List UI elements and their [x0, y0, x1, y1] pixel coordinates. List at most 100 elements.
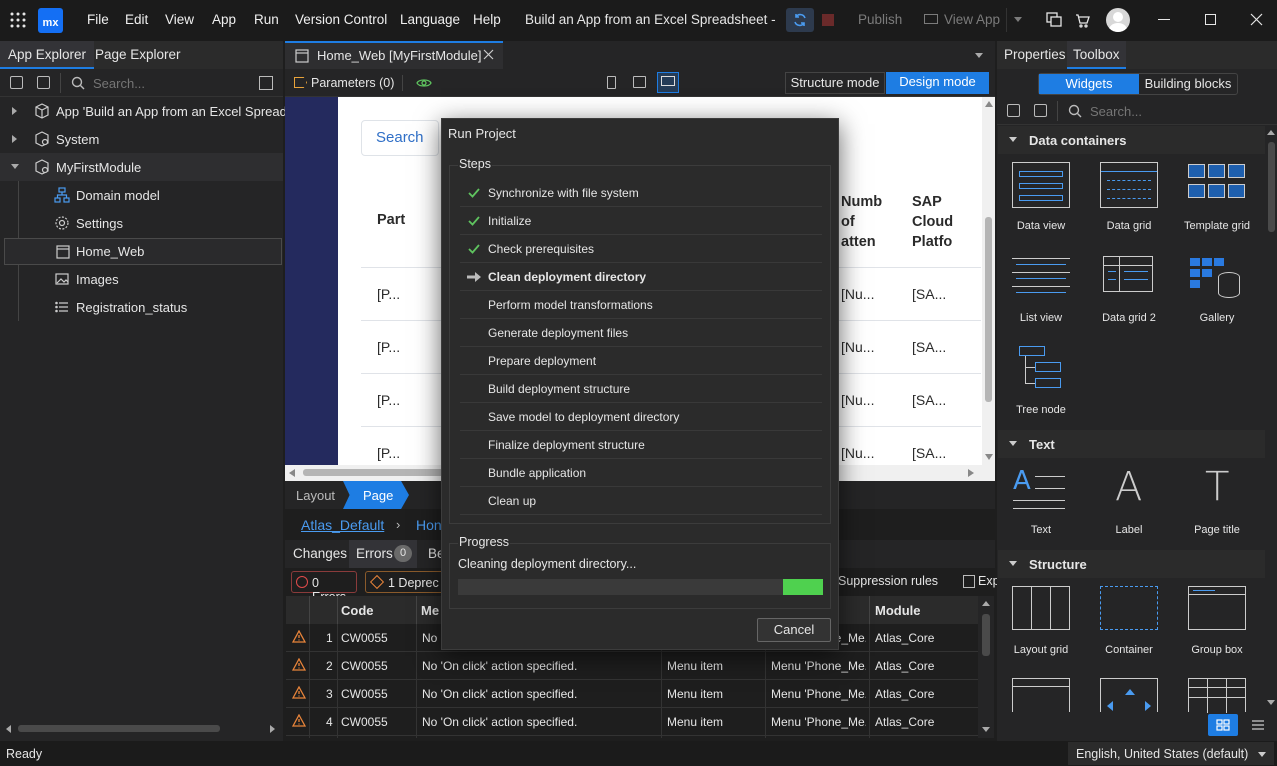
- canvas-vertical-scrollbar[interactable]: [982, 97, 995, 465]
- tree-item-myfirstmodule[interactable]: MyFirstModule: [0, 153, 283, 181]
- tab-properties[interactable]: Properties: [1004, 47, 1066, 62]
- column-module[interactable]: Module: [875, 603, 921, 618]
- sync-icon: [792, 12, 808, 28]
- marketplace-icon[interactable]: [1074, 12, 1090, 28]
- tree-item-images[interactable]: Images: [0, 265, 283, 293]
- cancel-button[interactable]: Cancel: [757, 618, 831, 642]
- grid-view-toggle[interactable]: [1208, 714, 1238, 736]
- deprecations-filter-button[interactable]: 1 Deprec: [365, 571, 445, 593]
- table-row[interactable]: 2 CW0055 No 'On click' action specified.…: [286, 652, 978, 680]
- publish-button[interactable]: Publish: [858, 12, 902, 27]
- widget-tree-node[interactable]: Tree node: [999, 344, 1083, 420]
- widget-list-view[interactable]: List view: [999, 252, 1083, 328]
- widget-gallery[interactable]: Gallery: [1175, 252, 1259, 328]
- close-icon[interactable]: [1250, 13, 1263, 26]
- tree-item-registration-status[interactable]: Registration_status: [0, 293, 283, 321]
- column-code[interactable]: Code: [341, 603, 374, 618]
- view-app-dropdown[interactable]: [1006, 8, 1028, 32]
- section-text[interactable]: Text: [998, 430, 1266, 458]
- column-message[interactable]: Me: [421, 603, 439, 618]
- more-widget-icon[interactable]: [1188, 678, 1246, 713]
- maximize-icon[interactable]: [1205, 14, 1216, 25]
- chevron-down-icon[interactable]: [11, 164, 19, 169]
- tab-home-web[interactable]: Home_Web [MyFirstModule]: [285, 41, 503, 69]
- chevron-right-icon[interactable]: [12, 107, 17, 115]
- tab-app-explorer[interactable]: App Explorer: [0, 41, 95, 69]
- menu-edit[interactable]: Edit: [125, 12, 148, 27]
- breadcrumb-link[interactable]: Atlas_Default: [301, 517, 384, 533]
- list-view-toggle[interactable]: [1245, 714, 1271, 736]
- table-row[interactable]: 4 CW0055 No 'On click' action specified.…: [286, 708, 978, 736]
- tab-changes[interactable]: Changes: [293, 546, 347, 561]
- sync-button[interactable]: [786, 8, 814, 32]
- widget-label[interactable]: A Label: [1087, 464, 1171, 540]
- desktop-view-button[interactable]: [657, 72, 679, 93]
- widget-data-grid-2[interactable]: Data grid 2: [1087, 252, 1171, 328]
- tab-toolbox[interactable]: Toolbox: [1067, 41, 1126, 69]
- eye-icon[interactable]: [416, 77, 432, 89]
- tree-item-app[interactable]: App 'Build an App from an Excel Spreads: [0, 97, 293, 125]
- chevron-right-icon[interactable]: [12, 135, 17, 143]
- segment-building-blocks[interactable]: Building blocks: [1139, 74, 1237, 94]
- windows-icon[interactable]: [1046, 12, 1062, 28]
- app-explorer-search-input[interactable]: [93, 74, 243, 92]
- app-grid-icon[interactable]: [10, 12, 26, 28]
- expand-all-icon[interactable]: [37, 76, 50, 89]
- widget-container[interactable]: Container: [1087, 584, 1171, 660]
- menu-app[interactable]: App: [212, 12, 236, 27]
- menu-language[interactable]: Language: [400, 12, 460, 27]
- section-structure[interactable]: Structure: [998, 550, 1266, 578]
- tabs-overflow-icon[interactable]: [975, 53, 983, 58]
- menu-help[interactable]: Help: [473, 12, 501, 27]
- filter-icon[interactable]: [259, 76, 273, 90]
- minimize-icon[interactable]: [1158, 19, 1170, 20]
- tree-item-system[interactable]: System: [0, 125, 283, 153]
- toolbox-search-input[interactable]: [1090, 102, 1250, 120]
- left-horizontal-scrollbar[interactable]: [0, 720, 283, 738]
- segment-widgets[interactable]: Widgets: [1039, 74, 1139, 94]
- section-data-containers[interactable]: Data containers: [998, 126, 1266, 154]
- more-widget-icon[interactable]: [1012, 678, 1070, 712]
- widget-text[interactable]: A Text: [999, 464, 1083, 540]
- tree-item-home-web[interactable]: Home_Web: [4, 238, 282, 265]
- structure-mode-button[interactable]: Structure mode: [785, 72, 885, 94]
- phone-view-icon[interactable]: [607, 76, 616, 89]
- widget-group-box[interactable]: Group box: [1175, 584, 1259, 660]
- view-app-button[interactable]: View App: [944, 12, 1000, 27]
- progress-group: [449, 543, 831, 609]
- tablet-view-icon[interactable]: [633, 76, 646, 88]
- widget-layout-grid[interactable]: Layout grid: [999, 584, 1083, 660]
- menu-file[interactable]: File: [87, 12, 109, 27]
- errors-filter-button[interactable]: 0 Errors: [291, 571, 357, 604]
- progress-bar-fill: [783, 579, 823, 595]
- close-tab-icon[interactable]: [483, 49, 494, 60]
- widget-data-grid[interactable]: Data grid: [1087, 160, 1171, 236]
- parameters-button[interactable]: Parameters (0): [311, 76, 394, 90]
- widget-template-grid[interactable]: Template grid: [1175, 160, 1259, 236]
- avatar[interactable]: [1106, 8, 1130, 32]
- menu-view[interactable]: View: [165, 12, 194, 27]
- tab-errors[interactable]: Errors 0: [349, 540, 417, 568]
- tree-item-settings[interactable]: Settings: [0, 209, 283, 237]
- breadcrumb-current[interactable]: Hon: [416, 517, 442, 533]
- collapse-all-icon[interactable]: [1007, 104, 1020, 117]
- toolbox-vertical-scrollbar[interactable]: [1265, 126, 1277, 712]
- expand-all-icon[interactable]: [1034, 104, 1047, 117]
- more-widget-icon[interactable]: [1100, 678, 1158, 712]
- tab-page-explorer[interactable]: Page Explorer: [95, 47, 181, 62]
- search-button-preview[interactable]: Search: [361, 120, 439, 156]
- table-row[interactable]: 3 CW0055 No 'On click' action specified.…: [286, 680, 978, 708]
- menu-run[interactable]: Run: [254, 12, 279, 27]
- suppression-rules-button[interactable]: Suppression rules: [838, 574, 938, 588]
- stop-icon[interactable]: [822, 14, 834, 26]
- layout-crumb[interactable]: Layout: [296, 488, 335, 503]
- menu-version-control[interactable]: Version Control: [295, 12, 387, 27]
- tree-item-domain-model[interactable]: Domain model: [0, 181, 283, 209]
- design-mode-button[interactable]: Design mode: [886, 72, 989, 94]
- step-row: Synchronize with file system: [460, 179, 822, 207]
- widget-data-view[interactable]: Data view: [999, 160, 1083, 236]
- widget-page-title[interactable]: T Page title: [1175, 464, 1259, 540]
- errors-vertical-scrollbar[interactable]: [978, 596, 994, 738]
- language-select[interactable]: English, United States (default): [1068, 742, 1274, 765]
- collapse-all-icon[interactable]: [10, 76, 23, 89]
